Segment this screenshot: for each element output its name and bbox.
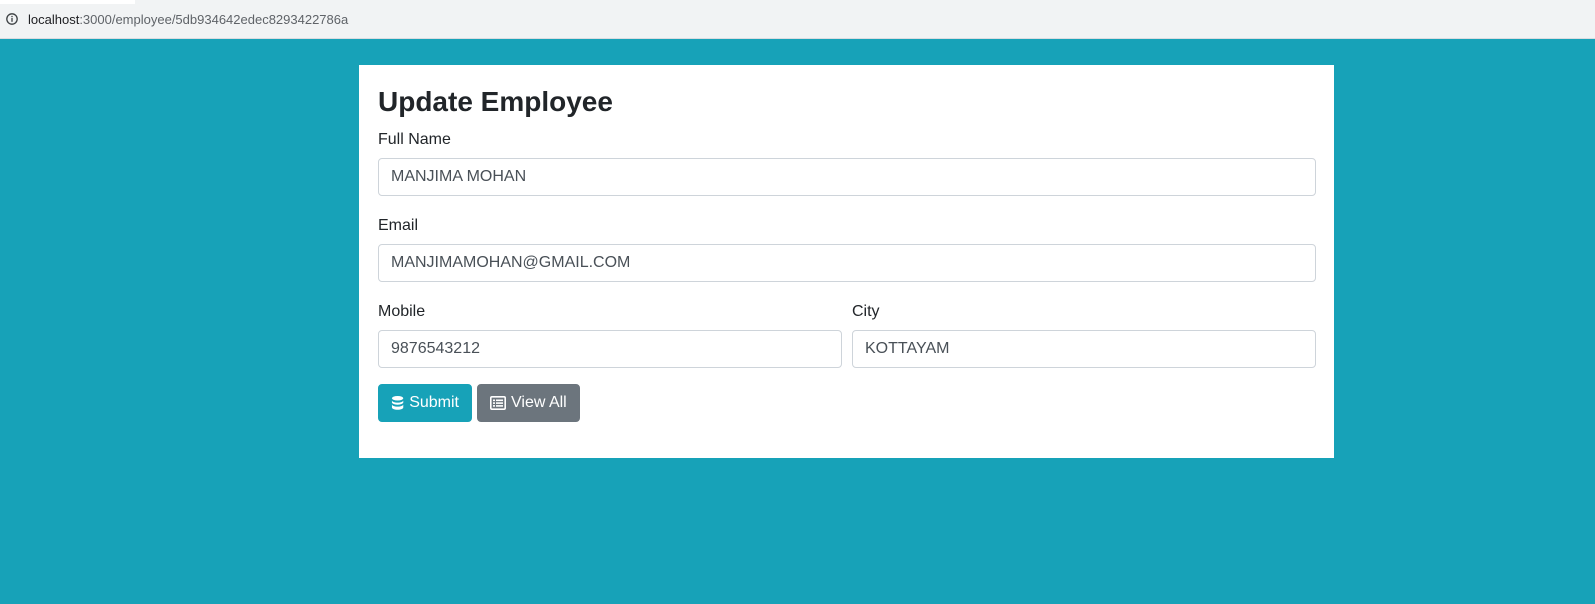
mobile-label: Mobile <box>378 303 426 320</box>
submit-button-label: Submit <box>409 394 459 411</box>
email-input[interactable] <box>378 244 1316 282</box>
view-all-button[interactable]: View All <box>477 384 580 422</box>
url-text[interactable]: localhost:3000/employee/5db934642edec829… <box>28 11 348 29</box>
page-title: Update Employee <box>378 86 613 117</box>
database-icon <box>391 396 404 410</box>
info-icon[interactable] <box>6 13 18 25</box>
browser-tab-edge <box>0 0 135 4</box>
city-label: City <box>852 303 880 320</box>
fullname-input[interactable] <box>378 158 1316 196</box>
url-host: localhost <box>28 12 80 27</box>
submit-button[interactable]: Submit <box>378 384 472 422</box>
url-path: :3000/employee/5db934642edec8293422786a <box>79 12 349 27</box>
list-alt-icon <box>490 396 506 410</box>
mobile-input[interactable] <box>378 330 842 368</box>
email-label: Email <box>378 217 419 234</box>
fullname-label: Full Name <box>378 131 451 148</box>
browser-address-bar[interactable]: localhost:3000/employee/5db934642edec829… <box>0 0 1595 39</box>
city-input[interactable] <box>852 330 1316 368</box>
view-all-button-label: View All <box>511 394 567 411</box>
